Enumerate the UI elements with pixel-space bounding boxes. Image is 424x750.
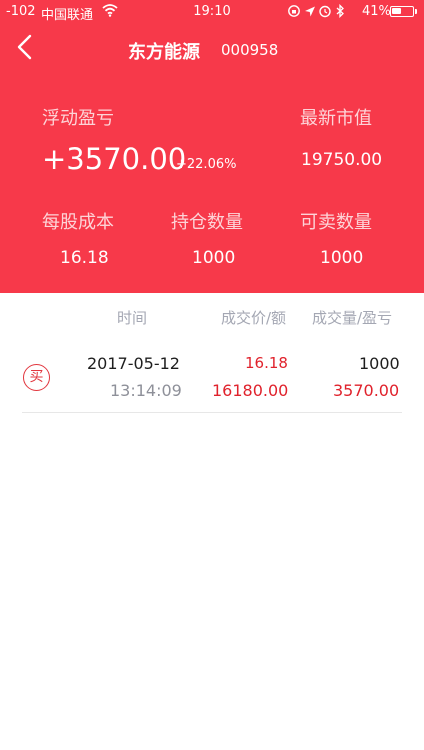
floating-pl-percent: +22.06% [176, 157, 237, 172]
position-summary-header: -102 中国联通 19:10 41% 东方能源 000958 浮动盈亏 +35… [0, 0, 424, 293]
cost-per-share-label: 每股成本 [42, 212, 114, 233]
market-value: 19750.00 [301, 150, 383, 170]
buy-badge-icon: 买 [23, 364, 50, 391]
status-icons [288, 4, 344, 18]
battery-percent: 41% [362, 4, 391, 19]
alarm-icon [319, 5, 331, 18]
cost-per-share-value: 16.18 [60, 248, 109, 268]
floating-pl-value: +3570.00 [42, 142, 187, 176]
status-bar: -102 中国联通 19:10 41% [0, 0, 424, 24]
trade-price: 16.18 [245, 354, 288, 372]
location-icon [305, 6, 315, 17]
holding-quantity-value: 1000 [192, 248, 236, 268]
trade-profit-loss: 3570.00 [333, 381, 400, 400]
trade-quantity: 1000 [359, 354, 400, 373]
battery-icon [390, 6, 417, 17]
back-arrow-icon[interactable] [14, 32, 36, 62]
stock-name-title: 东方能源 [128, 42, 200, 63]
trade-time: 13:14:09 [110, 381, 182, 400]
floating-pl-label: 浮动盈亏 [42, 108, 114, 129]
sellable-quantity-label: 可卖数量 [300, 212, 372, 233]
market-value-label: 最新市值 [300, 108, 372, 129]
column-header-time: 时间 [117, 309, 148, 327]
row-divider [22, 412, 402, 413]
column-header-quantity: 成交量/盈亏 [312, 309, 393, 327]
holding-quantity-label: 持仓数量 [171, 212, 243, 233]
rotation-lock-icon [288, 5, 300, 17]
trade-amount: 16180.00 [212, 381, 289, 400]
stock-code: 000958 [221, 41, 279, 59]
status-time: 19:10 [193, 4, 231, 19]
sellable-quantity-value: 1000 [320, 248, 364, 268]
trade-date: 2017-05-12 [87, 354, 180, 373]
bluetooth-icon [336, 4, 344, 18]
column-header-price: 成交价/额 [221, 309, 287, 327]
